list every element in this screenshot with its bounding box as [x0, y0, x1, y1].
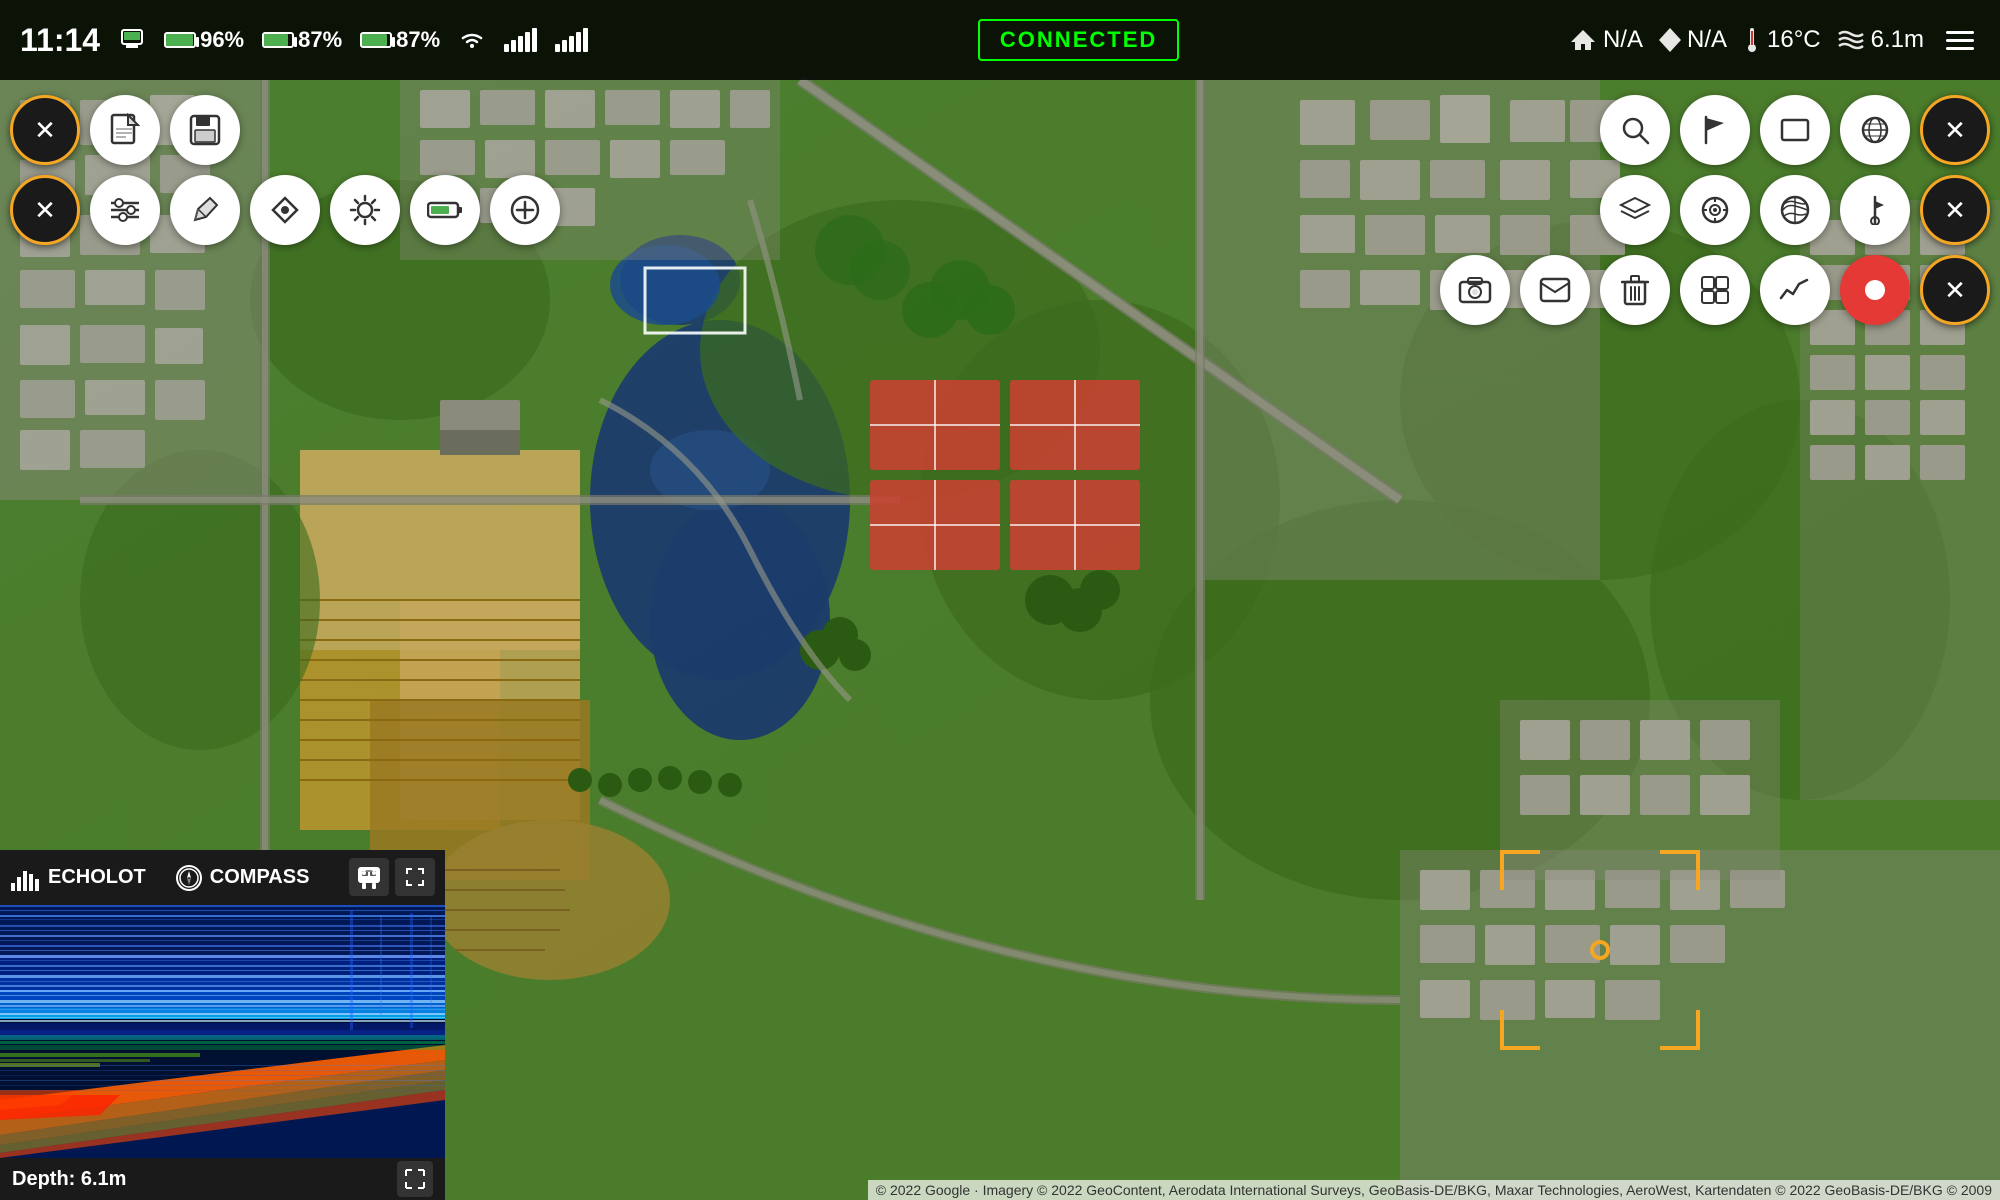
signal-bars-1 [504, 28, 537, 52]
trash-button[interactable] [1600, 255, 1670, 325]
battery2: 87% [262, 27, 342, 53]
depth-label: Depth: 6.1m [12, 1168, 126, 1191]
target-frame [1500, 850, 1700, 1050]
status-bar: 11:14 96% 87% 87% [0, 0, 2000, 80]
sonar-display [0, 905, 445, 1158]
toolbar-right-row3: ✕ [1440, 255, 1990, 325]
connected-badge: CONNECTED [978, 19, 1179, 61]
close-sub-button[interactable]: ✕ [10, 175, 80, 245]
menu-button[interactable] [1940, 25, 1980, 56]
compass-label: COMPASS [210, 866, 310, 889]
battery3-label: 87% [396, 27, 440, 53]
rectangle-button[interactable] [1760, 95, 1830, 165]
golf-button[interactable] [1840, 175, 1910, 245]
compass-icon [176, 865, 202, 891]
record-button[interactable] [1840, 255, 1910, 325]
toolbar-right-row2: ✕ [1600, 175, 1990, 245]
map-globe-button[interactable] [1760, 175, 1830, 245]
envelope-button[interactable] [1520, 255, 1590, 325]
search-button[interactable] [1600, 95, 1670, 165]
file-button[interactable] [90, 95, 160, 165]
close-right2-button[interactable]: ✕ [1920, 175, 1990, 245]
grid-button[interactable] [1680, 255, 1750, 325]
corner-tl [1500, 850, 1540, 890]
depth-status: 6.1m [1837, 26, 1924, 54]
target-dot [1590, 940, 1610, 960]
globe-button[interactable] [1840, 95, 1910, 165]
battery2-label: 87% [298, 27, 342, 53]
echolot-tab[interactable]: ECHOLOT [10, 865, 146, 891]
battery1-label: 96% [200, 27, 244, 53]
depth-footer: Depth: 6.1m [0, 1158, 445, 1200]
close-main-button[interactable]: ✕ [10, 95, 80, 165]
close-right3-button[interactable]: ✕ [1920, 255, 1990, 325]
location-value: N/A [1687, 26, 1727, 54]
brightness-button[interactable] [330, 175, 400, 245]
settings-button[interactable] [90, 175, 160, 245]
corner-br [1660, 1010, 1700, 1050]
location-status: N/A [1659, 26, 1727, 54]
toolbar-left-row1: ✕ [10, 95, 240, 165]
home-status: N/A [1569, 26, 1643, 54]
time-display: 11:14 [20, 22, 100, 59]
battery1: 96% [164, 27, 244, 53]
save-button[interactable] [170, 95, 240, 165]
echolot-header: ECHOLOT COMPASS [0, 850, 445, 905]
corner-bl [1500, 1010, 1540, 1050]
add-button[interactable] [490, 175, 560, 245]
echolot-panel: ECHOLOT COMPASS [0, 850, 445, 1200]
toolbar-left-row2: ✕ [10, 175, 560, 245]
depth-value: 6.1m [1871, 26, 1924, 54]
echolot-expand-button[interactable] [395, 858, 435, 896]
layers-button[interactable] [1600, 175, 1670, 245]
draw-button[interactable] [170, 175, 240, 245]
echolot-robot-button[interactable] [349, 858, 389, 896]
wifi-icon [458, 28, 486, 52]
flag-button[interactable] [1680, 95, 1750, 165]
battery3: 87% [360, 27, 440, 53]
target-button[interactable] [1680, 175, 1750, 245]
signal-bars-2 [555, 28, 588, 52]
home-value: N/A [1603, 26, 1643, 54]
toolbar-right-row1: ✕ [1600, 95, 1990, 165]
copyright: © 2022 Google · Imagery © 2022 GeoConten… [868, 1180, 2000, 1200]
compass-tab[interactable]: COMPASS [176, 865, 310, 891]
echolot-label: ECHOLOT [48, 866, 146, 889]
waypoint-button[interactable] [250, 175, 320, 245]
battery-button[interactable] [410, 175, 480, 245]
corner-tr [1660, 850, 1700, 890]
expand-button[interactable] [397, 1161, 433, 1197]
device-icon [118, 28, 146, 52]
temp-value: 16°C [1767, 26, 1821, 54]
chart-button[interactable] [1760, 255, 1830, 325]
close-right1-button[interactable]: ✕ [1920, 95, 1990, 165]
photo-button[interactable] [1440, 255, 1510, 325]
temperature-status: 16°C [1743, 26, 1821, 54]
